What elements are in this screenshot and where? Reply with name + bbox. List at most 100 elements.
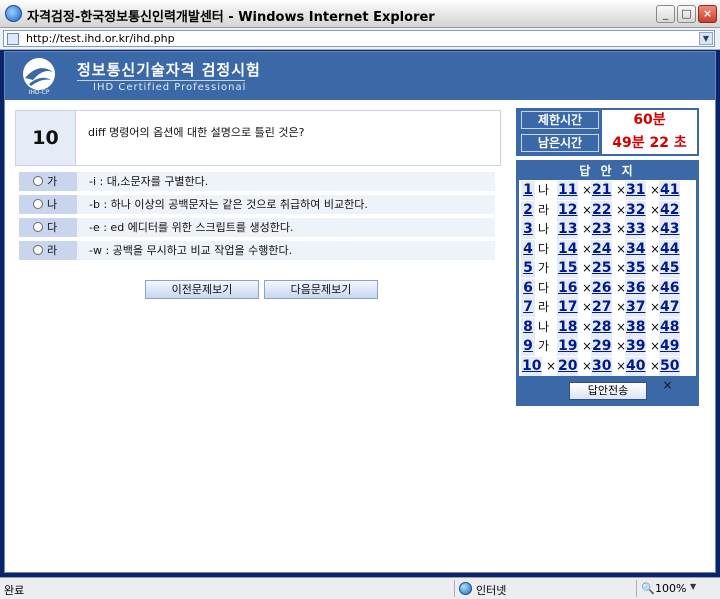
question-link[interactable]: 30 <box>591 356 613 376</box>
question-link[interactable]: 37 <box>625 298 647 317</box>
question-link[interactable]: 43 <box>659 220 681 239</box>
answer-cell[interactable]: 41× <box>659 181 696 216</box>
option-radio-da[interactable]: 다 <box>19 218 77 237</box>
question-link[interactable]: 7 <box>521 298 535 317</box>
answer-cell[interactable]: 3나 <box>521 220 551 239</box>
question-link[interactable]: 23 <box>591 220 613 239</box>
option-radio-ra[interactable]: 라 <box>19 241 77 260</box>
question-link[interactable]: 41 <box>659 181 681 200</box>
answer-cell[interactable]: 30 × <box>591 356 628 376</box>
question-link[interactable]: 17 <box>557 298 579 317</box>
question-link[interactable]: 20 <box>557 356 579 376</box>
answer-cell[interactable]: 1나 <box>521 181 551 200</box>
close-button[interactable]: × <box>698 5 717 23</box>
question-link[interactable]: 34 <box>625 239 647 259</box>
question-link[interactable]: 19 <box>557 337 579 356</box>
answer-cell[interactable]: 15 × <box>557 259 594 278</box>
answer-cell[interactable]: 50× <box>659 356 696 392</box>
radio-icon[interactable] <box>33 176 43 186</box>
answer-cell[interactable]: 45× <box>659 259 696 294</box>
answer-cell[interactable]: 6다 <box>521 278 551 298</box>
answer-cell[interactable]: 20 × <box>557 356 594 376</box>
question-link[interactable]: 15 <box>557 259 579 278</box>
maximize-button[interactable]: □ <box>677 5 696 23</box>
answer-cell[interactable]: 2라 <box>521 200 551 220</box>
next-question-button[interactable]: 다음문제보기 <box>264 280 378 299</box>
answer-cell[interactable]: 24 × <box>591 239 628 259</box>
question-link[interactable]: 42 <box>659 200 681 220</box>
answer-cell[interactable]: 44× <box>659 239 696 275</box>
question-link[interactable]: 24 <box>591 239 613 259</box>
question-link[interactable]: 49 <box>659 337 681 356</box>
answer-cell[interactable]: 43× <box>659 220 696 255</box>
answer-cell[interactable]: 31 × <box>625 181 662 200</box>
question-link[interactable]: 16 <box>557 278 579 298</box>
answer-cell[interactable]: 42× <box>659 200 696 236</box>
answer-cell[interactable]: 35 × <box>625 259 662 278</box>
answer-cell[interactable]: 25 × <box>591 259 628 278</box>
question-link[interactable]: 1 <box>521 181 535 200</box>
question-link[interactable]: 13 <box>557 220 579 239</box>
question-link[interactable]: 50 <box>659 356 681 376</box>
answer-cell[interactable]: 4다 <box>521 239 551 259</box>
answer-cell[interactable]: 39 × <box>625 337 662 356</box>
answer-cell[interactable]: 29 × <box>591 337 628 356</box>
question-link[interactable]: 11 <box>557 181 579 200</box>
question-link[interactable]: 28 <box>591 317 613 337</box>
question-link[interactable]: 9 <box>521 337 535 356</box>
answer-cell[interactable]: 12 × <box>557 200 594 220</box>
question-link[interactable]: 25 <box>591 259 613 278</box>
question-link[interactable]: 22 <box>591 200 613 220</box>
answer-cell[interactable]: 37 × <box>625 298 662 317</box>
question-link[interactable]: 35 <box>625 259 647 278</box>
answer-cell[interactable]: 46× <box>659 278 696 314</box>
question-link[interactable]: 36 <box>625 278 647 298</box>
zoom-icon[interactable]: 🔍 <box>641 582 655 595</box>
answer-cell[interactable]: 48× <box>659 317 696 353</box>
answer-cell[interactable]: 34 × <box>625 239 662 259</box>
radio-icon[interactable] <box>33 245 43 255</box>
answer-cell[interactable]: 16 × <box>557 278 594 298</box>
answer-cell[interactable]: 9가 <box>521 337 551 356</box>
question-link[interactable]: 27 <box>591 298 613 317</box>
question-link[interactable]: 44 <box>659 239 681 259</box>
address-field[interactable]: http://test.ihd.or.kr/ihd.php ▼ <box>3 30 715 47</box>
answer-cell[interactable]: 38 × <box>625 317 662 337</box>
question-link[interactable]: 21 <box>591 181 613 200</box>
answer-cell[interactable]: 7라 <box>521 298 551 317</box>
radio-icon[interactable] <box>33 199 43 209</box>
prev-question-button[interactable]: 이전문제보기 <box>145 280 259 299</box>
question-link[interactable]: 3 <box>521 220 535 239</box>
question-link[interactable]: 10 <box>521 356 543 376</box>
answer-cell[interactable]: 21 × <box>591 181 628 200</box>
question-link[interactable]: 29 <box>591 337 613 356</box>
question-link[interactable]: 32 <box>625 200 647 220</box>
question-link[interactable]: 2 <box>521 200 535 220</box>
answer-cell[interactable]: 40 × <box>625 356 662 376</box>
option-radio-na[interactable]: 나 <box>19 195 77 214</box>
answer-cell[interactable]: 11 × <box>557 181 594 200</box>
question-link[interactable]: 26 <box>591 278 613 298</box>
question-link[interactable]: 38 <box>625 317 647 337</box>
option-radio-ga[interactable]: 가 <box>19 172 77 191</box>
answer-cell[interactable]: 5가 <box>521 259 551 278</box>
chevron-down-icon[interactable]: ▼ <box>690 582 696 591</box>
answer-cell[interactable]: 8나 <box>521 317 551 337</box>
question-link[interactable]: 39 <box>625 337 647 356</box>
answer-cell[interactable]: 18 × <box>557 317 594 337</box>
answer-cell[interactable]: 33 × <box>625 220 662 239</box>
question-link[interactable]: 4 <box>521 239 535 259</box>
question-link[interactable]: 48 <box>659 317 681 337</box>
answer-cell[interactable]: 19 × <box>557 337 594 356</box>
answer-cell[interactable]: 22 × <box>591 200 628 220</box>
question-link[interactable]: 5 <box>521 259 535 278</box>
answer-cell[interactable]: 49× <box>659 337 696 372</box>
question-link[interactable]: 46 <box>659 278 681 298</box>
answer-cell[interactable]: 23 × <box>591 220 628 239</box>
zoom-level[interactable]: 100% <box>655 582 686 595</box>
submit-answers-button[interactable]: 답안전송 <box>569 382 647 400</box>
answer-cell[interactable]: 17 × <box>557 298 594 317</box>
answer-cell[interactable]: 26 × <box>591 278 628 298</box>
answer-cell[interactable]: 47× <box>659 298 696 333</box>
answer-cell[interactable]: 27 × <box>591 298 628 317</box>
